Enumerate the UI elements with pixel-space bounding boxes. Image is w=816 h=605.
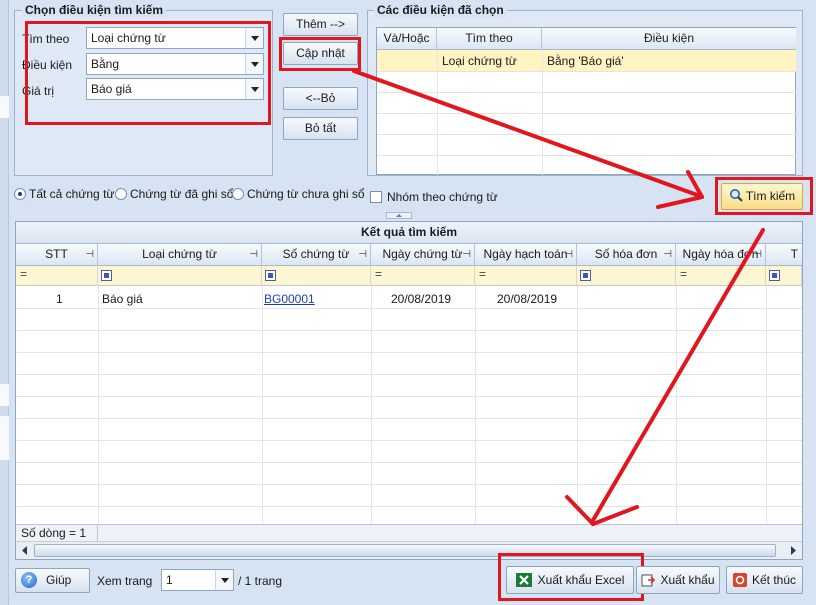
posted-docs-label[interactable]: Chứng từ đã ghi sổ xyxy=(130,187,233,201)
posted-docs-radio[interactable] xyxy=(115,188,127,200)
scroll-right-button[interactable] xyxy=(786,543,801,558)
add-button[interactable]: Thêm --> xyxy=(283,13,358,36)
table-row[interactable]: Loại chứng từ Bằng 'Báo giá' xyxy=(377,50,796,71)
pin-icon: ⊣ xyxy=(358,249,367,260)
filter-doc-date[interactable]: = xyxy=(371,266,475,285)
row-count: Số dòng = 1 xyxy=(21,526,87,540)
group-by-doc-checkbox[interactable] xyxy=(370,191,382,203)
header-search-by[interactable]: Tìm theo xyxy=(437,28,542,50)
background-window-strip xyxy=(0,0,9,605)
help-label: Giúp xyxy=(46,573,72,587)
pin-icon: ⊣ xyxy=(564,249,573,260)
all-docs-label[interactable]: Tất cả chứng từ xyxy=(29,187,114,201)
unposted-docs-radio[interactable] xyxy=(232,188,244,200)
highlight-search-button xyxy=(715,177,813,215)
help-icon: ? xyxy=(21,572,37,588)
header-andor[interactable]: Và/Hoặc xyxy=(377,28,437,50)
page-total: / 1 trang xyxy=(238,574,283,588)
export-icon xyxy=(641,570,656,587)
filter-stt[interactable]: = xyxy=(16,266,98,285)
finish-label: Kết thúc xyxy=(751,573,797,587)
filter-invoice-date[interactable]: = xyxy=(676,266,766,285)
close-icon xyxy=(732,570,747,587)
pin-icon: ⊣ xyxy=(249,249,258,260)
results-title: Kết quả tìm kiếm xyxy=(360,225,458,239)
selected-conditions-grid: Và/Hoặc Tìm theo Điều kiện Loại chứng từ… xyxy=(376,27,796,175)
pin-icon: ⊣ xyxy=(462,249,471,260)
page-value: 1 xyxy=(166,573,173,587)
group-by-doc-label[interactable]: Nhóm theo chứng từ xyxy=(387,190,498,204)
filter-more[interactable] xyxy=(766,266,802,285)
doc-no-link[interactable]: BG00001 xyxy=(264,292,315,306)
filter-post-date[interactable]: = xyxy=(475,266,577,285)
cell-stt: 1 xyxy=(56,292,63,306)
help-button[interactable]: ? Giúp xyxy=(15,568,90,593)
cell-post-date: 20/08/2019 xyxy=(497,292,558,306)
highlight-export-excel xyxy=(498,553,644,601)
row-condition: Bằng 'Báo giá' xyxy=(547,54,624,68)
splitter-handle[interactable] xyxy=(386,212,412,219)
scroll-left-button[interactable] xyxy=(17,543,32,558)
selected-conditions-title: Các điều kiện đã chọn xyxy=(374,3,507,17)
pin-icon: ⊣ xyxy=(753,249,762,260)
filter-doc-no[interactable] xyxy=(262,266,371,285)
finish-button[interactable]: Kết thúc xyxy=(726,566,803,594)
highlight-search-conditions xyxy=(25,21,271,125)
header-invoice-no[interactable]: Số hóa đơn ⊣ xyxy=(577,244,676,266)
export-label: Xuất khẩu xyxy=(660,573,715,587)
filter-row: = = = = xyxy=(16,266,802,286)
header-stt[interactable]: STT ⊣ xyxy=(16,244,98,266)
cell-doc-type: Báo giá xyxy=(102,292,143,306)
filter-invoice-no[interactable] xyxy=(577,266,676,285)
table-row[interactable]: 1 Báo giá BG00001 20/08/2019 20/08/2019 xyxy=(16,286,802,308)
horizontal-scrollbar[interactable] xyxy=(16,541,802,559)
header-doc-date[interactable]: Ngày chứng từ ⊣ xyxy=(371,244,475,266)
pin-icon: ⊣ xyxy=(85,249,94,260)
header-post-date[interactable]: Ngày hạch toán ⊣ xyxy=(475,244,577,266)
header-doc-no[interactable]: Số chứng từ ⊣ xyxy=(262,244,371,266)
search-conditions-title: Chọn điều kiện tìm kiếm xyxy=(22,3,167,17)
pin-icon: ⊣ xyxy=(663,249,672,260)
remove-button[interactable]: <--Bỏ xyxy=(283,87,358,110)
results-grid: STT ⊣ Loại chứng từ ⊣ Số chứng từ ⊣ Ngày ch… xyxy=(16,244,802,544)
row-field: Loại chứng từ xyxy=(442,54,517,68)
export-button[interactable]: Xuất khẩu xyxy=(636,566,720,594)
header-doc-type[interactable]: Loại chứng từ ⊣ xyxy=(98,244,262,266)
results-title-bar: Kết quả tìm kiếm xyxy=(16,222,802,244)
page-combo[interactable]: 1 xyxy=(161,569,234,591)
header-invoice-date[interactable]: Ngày hóa đơn ⊣ xyxy=(676,244,766,266)
unposted-docs-label[interactable]: Chứng từ chưa ghi sổ xyxy=(247,187,365,201)
cell-doc-date: 20/08/2019 xyxy=(391,292,452,306)
filter-doc-type[interactable] xyxy=(98,266,262,285)
scroll-thumb[interactable] xyxy=(34,544,776,557)
header-more[interactable]: T xyxy=(766,244,802,266)
chevron-down-icon[interactable] xyxy=(215,570,233,590)
all-docs-radio[interactable] xyxy=(14,188,26,200)
remove-all-button[interactable]: Bỏ tất xyxy=(283,117,358,140)
row-count-bar: Số dòng = 1 xyxy=(16,524,802,541)
highlight-update-button xyxy=(279,37,361,71)
header-condition[interactable]: Điều kiện xyxy=(542,28,796,50)
view-page-label: Xem trang xyxy=(97,574,153,588)
